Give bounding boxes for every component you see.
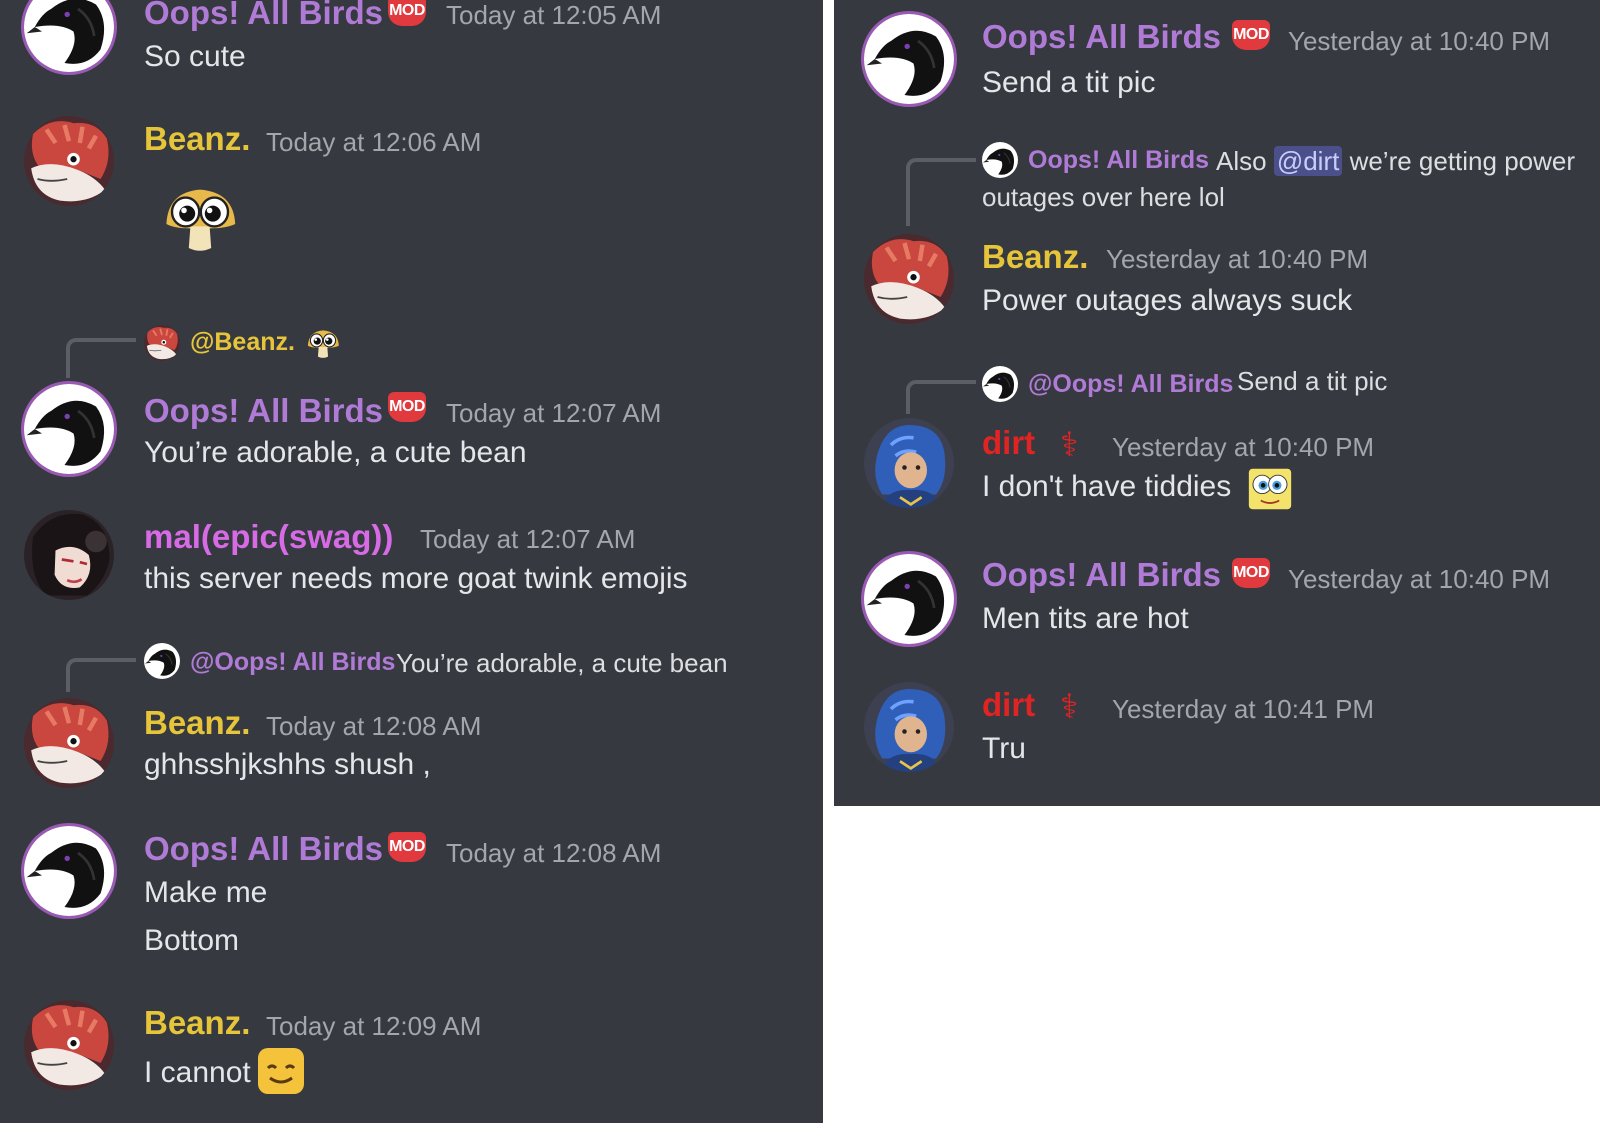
- avatar-beanz[interactable]: [24, 1000, 114, 1090]
- reply-connector: [66, 338, 136, 378]
- mushroom-big-eyes-emoji: [303, 326, 343, 362]
- reply-mention[interactable]: @Oops! All Birds: [190, 648, 395, 677]
- reply-connector: [906, 380, 976, 414]
- author-name[interactable]: Oops! All Birds: [982, 18, 1221, 56]
- reply-mention[interactable]: @Oops! All Birds: [1028, 370, 1233, 399]
- reply-avatar-oops-all-birds: [144, 643, 180, 679]
- reply-text-line2[interactable]: outages over here lol: [982, 182, 1225, 213]
- spongebob-eyes-emoji: [1246, 466, 1294, 512]
- reply-avatar-oops-all-birds: [982, 142, 1018, 178]
- author-name[interactable]: Oops! All Birds: [144, 0, 383, 32]
- message-text: I cannot: [144, 1056, 251, 1089]
- mention-dirt[interactable]: @dirt: [1273, 146, 1343, 176]
- avatar-beanz[interactable]: [24, 116, 114, 206]
- reply-text[interactable]: Send a tit pic: [1237, 366, 1387, 397]
- mod-badge: MOD: [1232, 20, 1270, 50]
- author-name[interactable]: dirt: [982, 686, 1035, 724]
- reply-text-after: we’re getting power: [1349, 146, 1576, 176]
- chat-panel-right: Oops! All Birds MOD Yesterday at 10:40 P…: [834, 0, 1600, 806]
- reply-connector: [66, 658, 136, 692]
- message-text: Bottom: [144, 924, 240, 957]
- message-text: Power outages always suck: [982, 284, 1353, 317]
- avatar-oops-all-birds[interactable]: [24, 0, 114, 72]
- reply-author[interactable]: Oops! All Birds: [1028, 146, 1209, 175]
- avatar-oops-all-birds[interactable]: [24, 384, 114, 474]
- timestamp: Today at 12:09 AM: [266, 1011, 482, 1041]
- avatar-beanz[interactable]: [864, 234, 954, 324]
- timestamp: Yesterday at 10:40 PM: [1112, 432, 1375, 462]
- message-text: this server needs more goat twink emojis: [144, 562, 688, 595]
- mod-badge: MOD: [388, 832, 426, 862]
- author-name[interactable]: Oops! All Birds: [144, 830, 383, 868]
- author-name[interactable]: Beanz.: [144, 704, 250, 742]
- chat-panel-left: Oops! All Birds MOD Today at 12:05 AM So…: [0, 0, 823, 1123]
- mod-badge: MOD: [388, 0, 426, 26]
- message-text: ghhsshjkshhs shush ,: [144, 748, 431, 781]
- red-role-icon: ⚕: [1060, 688, 1079, 726]
- reply-text[interactable]: Also @dirt we’re getting power: [1216, 146, 1575, 177]
- smiling-face-emoji: [258, 1048, 304, 1094]
- author-name[interactable]: Beanz.: [982, 238, 1088, 276]
- timestamp: Today at 12:07 AM: [446, 398, 662, 428]
- timestamp: Yesterday at 10:41 PM: [1112, 694, 1375, 724]
- author-name[interactable]: mal(epic(swag)): [144, 518, 393, 556]
- red-role-icon: ⚕: [1060, 426, 1079, 464]
- author-name[interactable]: dirt: [982, 424, 1035, 462]
- timestamp: Yesterday at 10:40 PM: [1288, 26, 1551, 56]
- message-text: I don't have tiddies: [982, 470, 1232, 503]
- reply-connector: [906, 158, 976, 226]
- reply-text[interactable]: You’re adorable, a cute bean: [396, 648, 728, 679]
- timestamp: Today at 12:06 AM: [266, 127, 482, 157]
- message-text: Make me: [144, 876, 268, 909]
- timestamp: Yesterday at 10:40 PM: [1106, 244, 1369, 274]
- reply-avatar-beanz: [144, 325, 180, 361]
- message-text: So cute: [144, 40, 246, 73]
- reply-avatar-oops-all-birds: [982, 366, 1018, 402]
- author-name[interactable]: Oops! All Birds: [144, 392, 383, 430]
- timestamp: Today at 12:08 AM: [266, 711, 482, 741]
- mod-badge: MOD: [388, 392, 426, 422]
- timestamp: Today at 12:08 AM: [446, 838, 662, 868]
- timestamp: Today at 12:07 AM: [420, 524, 636, 554]
- message-text: Send a tit pic: [982, 66, 1156, 99]
- message-text: You’re adorable, a cute bean: [144, 436, 527, 469]
- message-text: Men tits are hot: [982, 602, 1189, 635]
- avatar-dirt[interactable]: [864, 418, 954, 508]
- message-text: Tru: [982, 732, 1026, 765]
- avatar-oops-all-birds[interactable]: [24, 826, 114, 916]
- author-name[interactable]: Beanz.: [144, 1004, 250, 1042]
- author-name[interactable]: Beanz.: [144, 120, 250, 158]
- reply-mention[interactable]: @Beanz.: [190, 328, 295, 357]
- avatar-beanz[interactable]: [24, 698, 114, 788]
- avatar-oops-all-birds[interactable]: [864, 554, 954, 644]
- reply-text-before: Also: [1216, 146, 1267, 176]
- avatar-mal[interactable]: [24, 510, 114, 600]
- avatar-dirt[interactable]: [864, 682, 954, 772]
- timestamp: Yesterday at 10:40 PM: [1288, 564, 1551, 594]
- mushroom-big-eyes-emoji: [156, 180, 244, 260]
- author-name[interactable]: Oops! All Birds: [982, 556, 1221, 594]
- avatar-oops-all-birds[interactable]: [864, 14, 954, 104]
- timestamp: Today at 12:05 AM: [446, 0, 662, 30]
- mod-badge: MOD: [1232, 558, 1270, 588]
